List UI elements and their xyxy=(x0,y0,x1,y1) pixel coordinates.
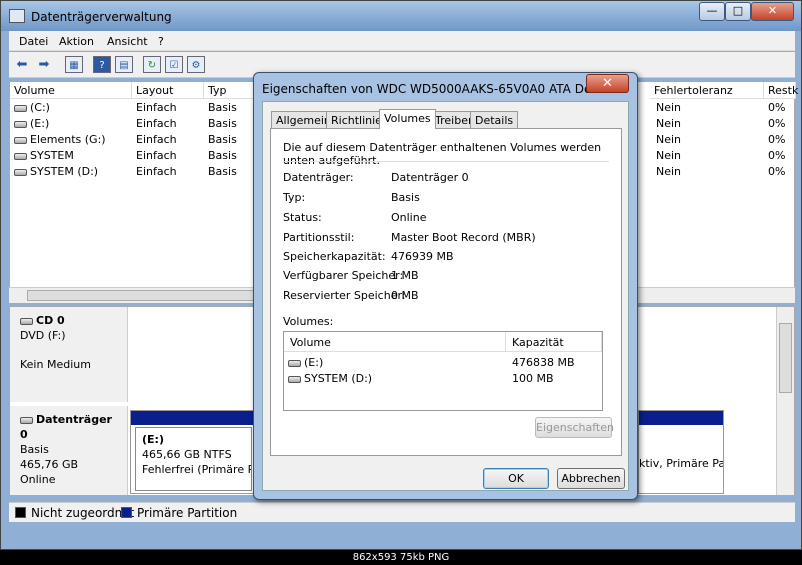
title-bar: Datenträgerverwaltung — □ ✕ xyxy=(1,1,801,31)
cancel-button[interactable]: Abbrechen xyxy=(557,468,625,489)
drive-icon xyxy=(14,120,27,128)
vol-col-kapazitat[interactable]: Kapazität xyxy=(506,332,602,352)
col-volume[interactable]: Volume xyxy=(10,82,132,99)
tab-details[interactable]: Details xyxy=(470,111,519,128)
vol-col-volume[interactable]: Volume xyxy=(284,332,506,352)
minimize-button[interactable]: — xyxy=(699,2,725,21)
drive-icon xyxy=(288,359,301,367)
menu-help[interactable]: ? xyxy=(158,35,164,48)
primary-swatch xyxy=(121,507,132,518)
drive-icon xyxy=(288,375,301,383)
scroll-thumb[interactable] xyxy=(779,323,792,393)
drive-icon xyxy=(14,152,27,160)
eigenschaften-button[interactable]: Eigenschaften xyxy=(535,417,614,438)
panel-icon[interactable]: ▤ xyxy=(115,56,133,73)
cd-label[interactable]: CD 0 DVD (F:) Kein Medium xyxy=(10,307,128,402)
disk-icon xyxy=(20,416,33,424)
dialog-title: Eigenschaften von WDC WD5000AAKS-65V0A0 … xyxy=(262,82,616,96)
menu-ansicht[interactable]: Ansicht xyxy=(107,35,148,48)
partition-system[interactable]: ktiv, Primäre Part xyxy=(638,410,724,494)
tab-volumes[interactable]: Volumes xyxy=(379,109,436,129)
col-typ[interactable]: Typ xyxy=(204,82,254,99)
col-fehlertoleranz[interactable]: Fehlertoleranz xyxy=(650,82,764,99)
drive-icon xyxy=(14,104,27,112)
volumes-label: Volumes: xyxy=(283,315,334,328)
primary-partition-bar xyxy=(131,411,254,425)
intro-text: Die auf diesem Datenträger enthaltenen V… xyxy=(283,141,602,167)
dialog-body: Allgemein Richtlinien Volumes Treiber De… xyxy=(262,101,629,491)
primary-partition-bar xyxy=(639,411,723,425)
list-item[interactable]: (E:) 476838 MB xyxy=(284,356,602,372)
settings-icon[interactable]: ⚙ xyxy=(187,56,205,73)
dialog-close-button[interactable]: ✕ xyxy=(586,74,629,93)
window-title: Datenträgerverwaltung xyxy=(31,10,172,24)
lower-vertical-scrollbar[interactable] xyxy=(776,307,794,495)
col-layout[interactable]: Layout xyxy=(132,82,204,99)
properties-icon[interactable]: ☑ xyxy=(165,56,183,73)
menu-aktion[interactable]: Aktion xyxy=(59,35,94,48)
properties-dialog: Eigenschaften von WDC WD5000AAKS-65V0A0 … xyxy=(253,72,638,500)
list-item[interactable]: SYSTEM (D:) 100 MB xyxy=(284,372,602,388)
back-icon[interactable]: ⬅ xyxy=(13,56,31,73)
disk0-label[interactable]: Datenträger 0 Basis 465,76 GB Online xyxy=(10,406,128,495)
menu-datei[interactable]: Datei xyxy=(19,35,48,48)
menu-bar: Datei Aktion Ansicht ? xyxy=(9,31,795,51)
partition-e[interactable]: (E:) 465,66 GB NTFS Fehlerfrei (Primäre … xyxy=(130,410,255,494)
forward-icon[interactable]: ➡ xyxy=(35,56,53,73)
help-icon[interactable]: ? xyxy=(93,56,111,73)
unallocated-swatch xyxy=(15,507,26,518)
legend: Nicht zugeordnet Primäre Partition xyxy=(9,502,795,522)
scroll-thumb[interactable] xyxy=(27,290,267,301)
cd-drive-icon xyxy=(20,317,33,325)
col-restk[interactable]: Restk xyxy=(764,82,798,99)
drive-icon xyxy=(14,168,27,176)
ok-button[interactable]: OK xyxy=(483,468,549,489)
volumes-listview: Volume Kapazität (E:) 476838 MB SYSTEM (… xyxy=(283,331,603,411)
image-footer: 862x593 75kb PNG xyxy=(0,550,802,565)
drive-icon xyxy=(14,136,27,144)
view-icon[interactable]: ▦ xyxy=(65,56,83,73)
close-button[interactable]: ✕ xyxy=(751,2,794,21)
volumes-tab-pane: Die auf diesem Datenträger enthaltenen V… xyxy=(270,128,622,456)
app-icon xyxy=(9,9,25,23)
maximize-button[interactable]: □ xyxy=(725,2,751,21)
refresh-icon[interactable]: ↻ xyxy=(143,56,161,73)
